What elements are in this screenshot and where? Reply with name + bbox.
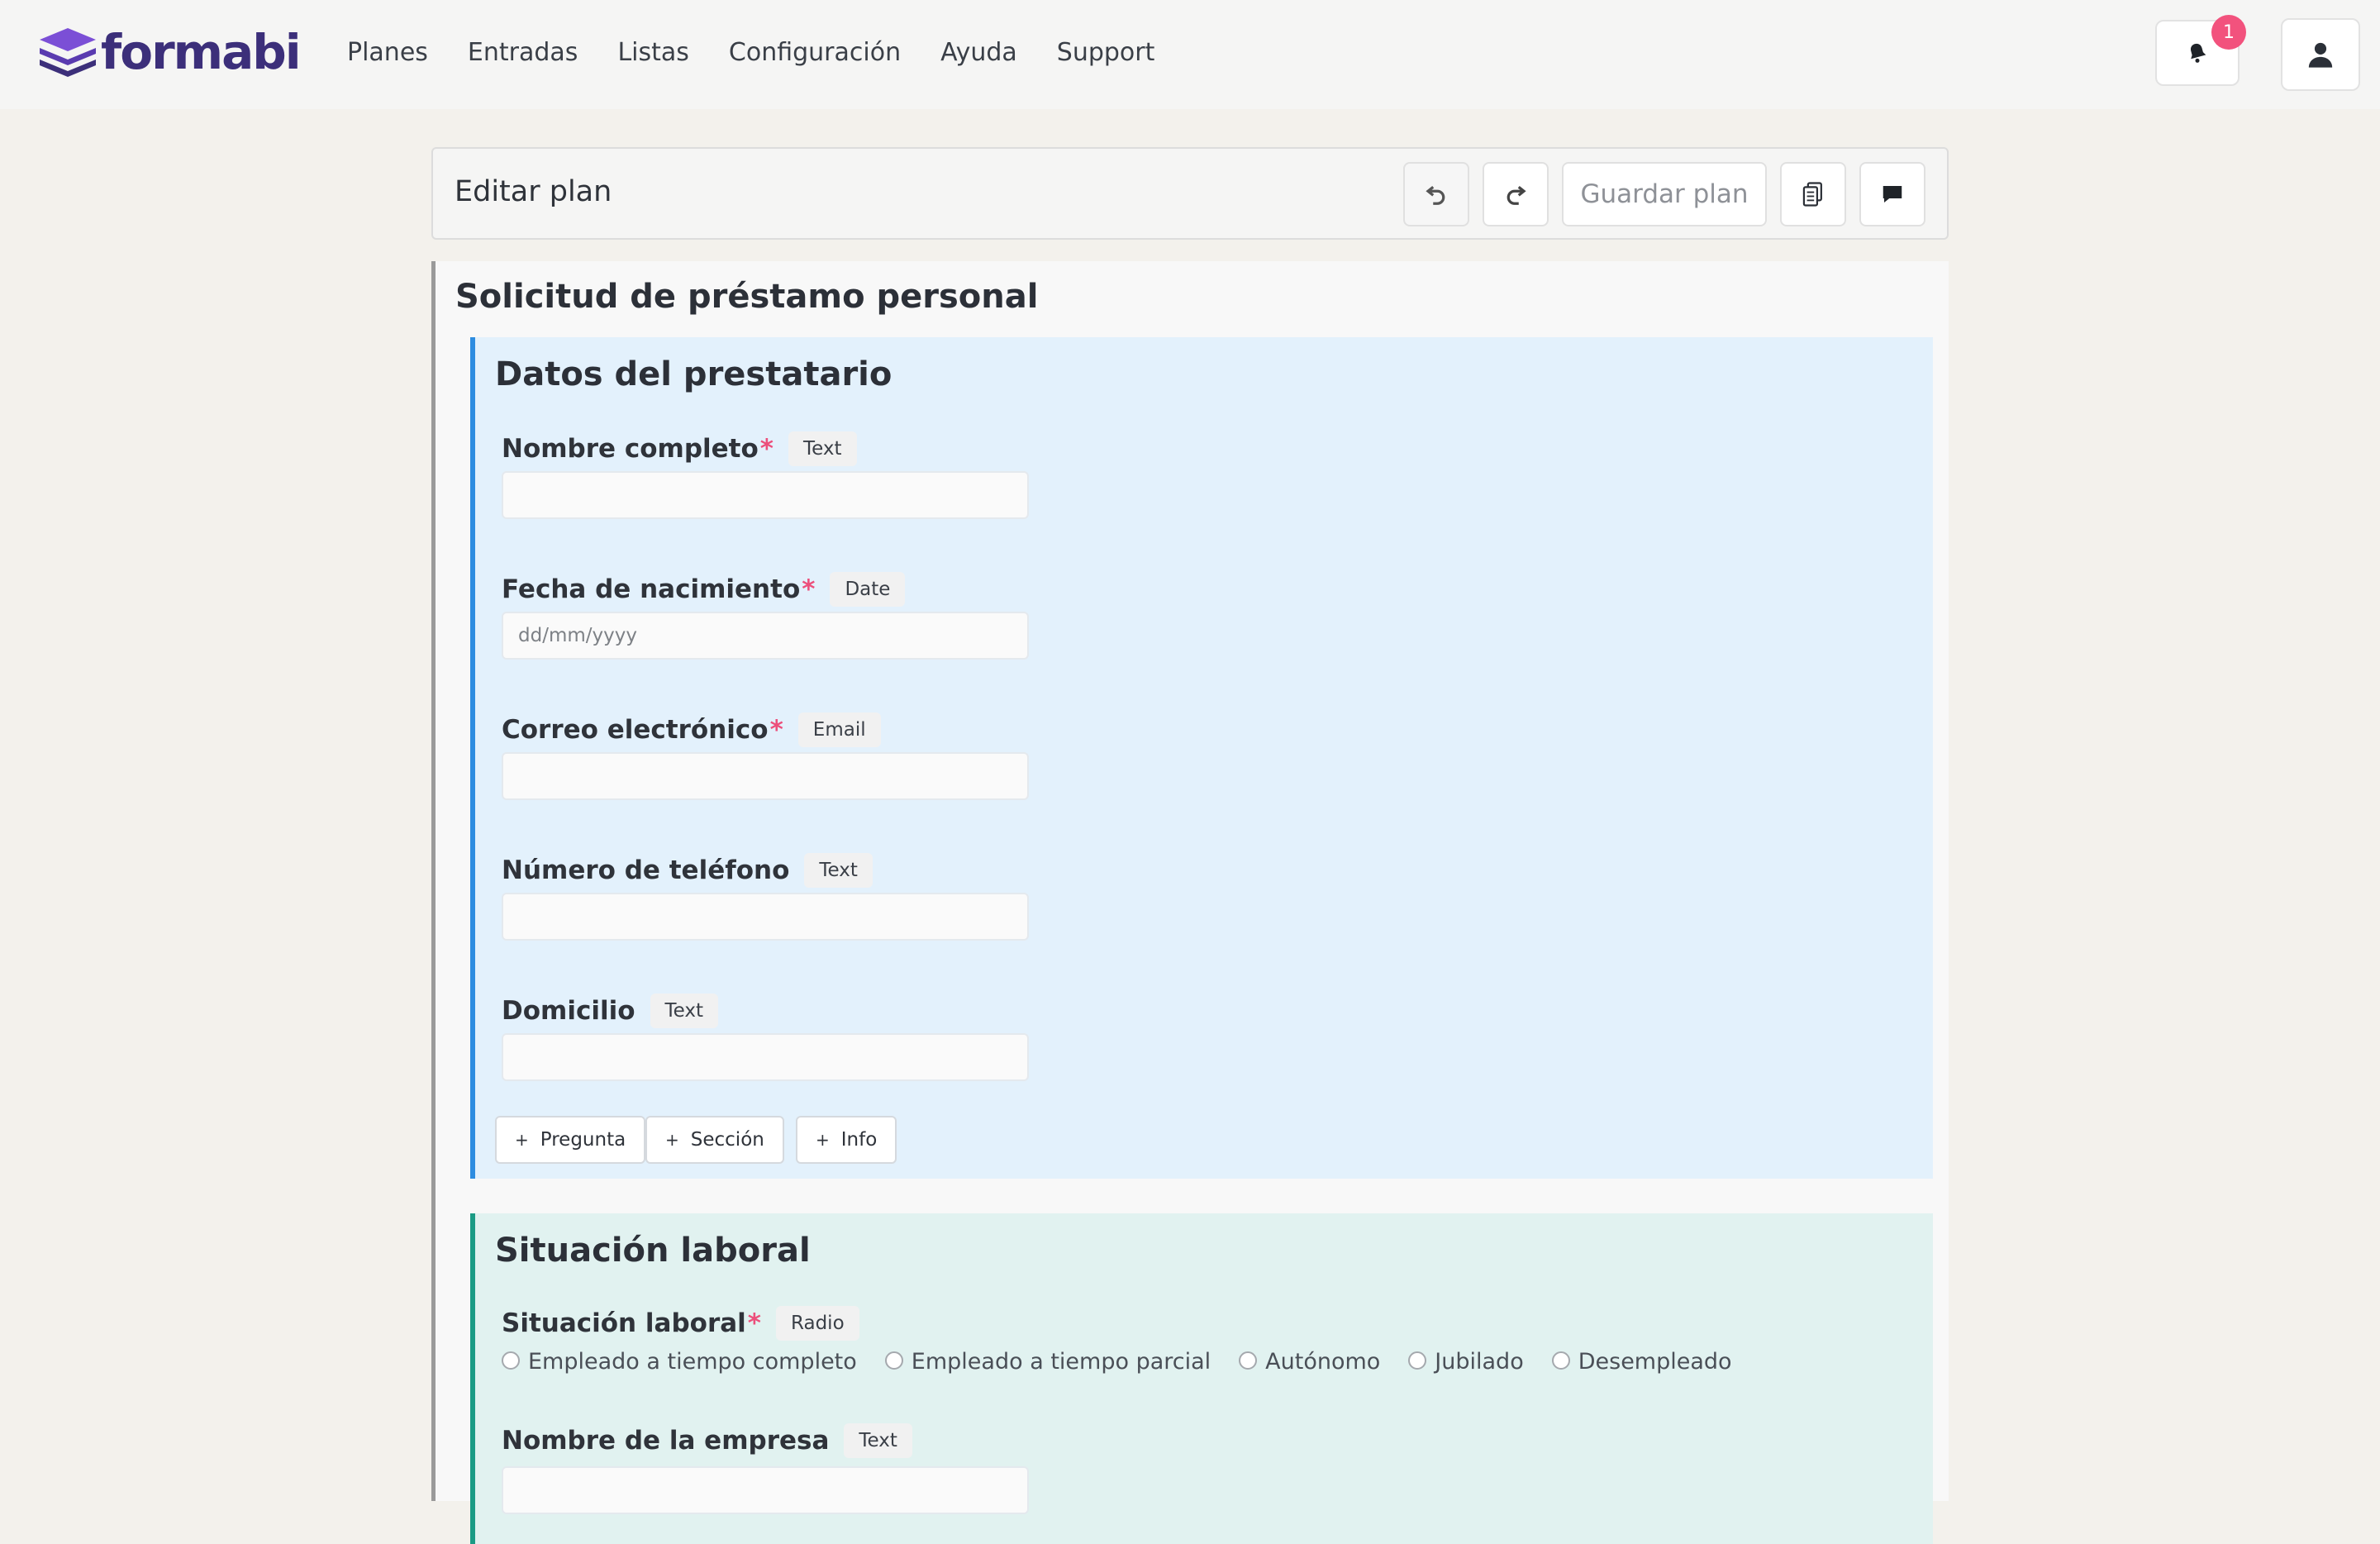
radio-option[interactable]: Jubilado [1408, 1349, 1524, 1375]
question-label[interactable]: Domicilio Text [502, 994, 719, 1028]
user-icon [2308, 42, 2333, 68]
phone-input[interactable] [502, 893, 1029, 941]
required-marker: * [747, 1308, 762, 1338]
question-text: Fecha de nacimiento [502, 574, 801, 604]
radio-label: Jubilado [1435, 1349, 1524, 1375]
radio-button[interactable] [1551, 1351, 1570, 1370]
plus-icon: + [665, 1130, 679, 1150]
full-name-input[interactable] [502, 471, 1029, 519]
add-info-button[interactable]: + Info [796, 1116, 897, 1164]
question-label[interactable]: Nombre de la empresa Text [502, 1423, 912, 1458]
button-label: Sección [690, 1129, 764, 1151]
redo-icon [1507, 185, 1526, 205]
section-title[interactable]: Situación laboral [495, 1232, 811, 1270]
comment-icon [1883, 186, 1902, 203]
logo-layers-icon [40, 28, 96, 77]
nav-listas[interactable]: Listas [617, 35, 688, 71]
required-marker: * [759, 434, 774, 464]
bell-icon [2191, 43, 2206, 63]
question-text: Situación laboral [502, 1308, 746, 1338]
radio-option[interactable]: Desempleado [1551, 1349, 1732, 1375]
main-nav: Planes Entradas Listas Configuración Ayu… [347, 35, 1154, 71]
section-employment[interactable]: Situación laboral Situación laboral * Rad… [470, 1213, 1933, 1544]
logo-text: formabi [101, 24, 302, 80]
redo-button[interactable] [1483, 162, 1549, 226]
address-input[interactable] [502, 1033, 1029, 1081]
section-title[interactable]: Datos del prestatario [495, 355, 892, 393]
radio-label: Autónomo [1265, 1349, 1381, 1375]
editor-toolbar: Editar plan Guardar plan [431, 147, 1949, 240]
radio-option[interactable]: Empleado a tiempo completo [502, 1349, 857, 1375]
nav-configuracion[interactable]: Configuración [729, 35, 901, 71]
type-tag: Date [830, 572, 906, 607]
nav-support[interactable]: Support [1057, 35, 1155, 71]
plus-icon: + [515, 1130, 529, 1150]
radio-label: Empleado a tiempo parcial [911, 1349, 1211, 1375]
nav-ayuda[interactable]: Ayuda [940, 35, 1017, 71]
top-navbar: formabi Planes Entradas Listas Configura… [0, 0, 2380, 109]
radio-option[interactable]: Empleado a tiempo parcial [884, 1349, 1211, 1375]
button-label: Info [840, 1129, 878, 1151]
question-text: Nombre completo [502, 434, 759, 464]
question-text: Correo electrónico [502, 715, 769, 745]
copy-document-icon [1802, 182, 1822, 207]
form-canvas: Solicitud de préstamo personal Datos del… [431, 261, 1949, 1544]
radio-label: Desempleado [1578, 1349, 1732, 1375]
undo-icon [1426, 185, 1445, 205]
radio-button[interactable] [1239, 1351, 1258, 1370]
company-name-input[interactable] [502, 1466, 1029, 1514]
question-label[interactable]: Nombre completo * Text [502, 431, 857, 466]
radio-label: Empleado a tiempo completo [528, 1349, 857, 1375]
birth-date-input[interactable]: dd/mm/yyyy [502, 612, 1029, 660]
type-tag: Radio [776, 1306, 859, 1341]
section-borrower-details[interactable]: Datos del prestatario Nombre completo * T… [470, 337, 1933, 1179]
notification-badge: 1 [2211, 15, 2246, 50]
type-tag: Text [650, 994, 719, 1028]
button-label: Pregunta [540, 1129, 626, 1151]
type-tag: Text [804, 853, 873, 888]
add-section-button[interactable]: + Sección [645, 1116, 784, 1164]
save-plan-button[interactable]: Guardar plan [1562, 162, 1767, 226]
type-tag: Text [844, 1423, 912, 1458]
question-label[interactable]: Situación laboral * Radio [502, 1306, 859, 1341]
radio-option[interactable]: Autónomo [1239, 1349, 1380, 1375]
question-text: Domicilio [502, 996, 635, 1026]
question-text: Nombre de la empresa [502, 1426, 830, 1456]
email-input[interactable] [502, 752, 1029, 800]
nav-entradas[interactable]: Entradas [468, 35, 578, 71]
comments-button[interactable] [1859, 162, 1925, 226]
type-tag: Email [797, 712, 881, 747]
plus-icon: + [816, 1130, 830, 1150]
type-tag: Text [788, 431, 857, 466]
question-label[interactable]: Correo electrónico * Email [502, 712, 881, 747]
copy-button[interactable] [1780, 162, 1846, 226]
formabi-logo[interactable]: formabi [38, 23, 302, 81]
radio-button[interactable] [502, 1351, 520, 1370]
question-label[interactable]: Número de teléfono Text [502, 853, 873, 888]
undo-button[interactable] [1403, 162, 1469, 226]
question-label[interactable]: Fecha de nacimiento * Date [502, 572, 906, 607]
add-question-button[interactable]: + Pregunta [495, 1116, 646, 1164]
form-title[interactable]: Solicitud de préstamo personal [455, 278, 1038, 316]
employment-radio-group: Empleado a tiempo completo Empleado a ti… [502, 1349, 1732, 1375]
required-marker: * [802, 574, 816, 604]
required-marker: * [769, 715, 783, 745]
question-text: Número de teléfono [502, 855, 790, 885]
nav-planes[interactable]: Planes [347, 35, 428, 71]
radio-button[interactable] [884, 1351, 903, 1370]
user-menu-button[interactable] [2281, 18, 2360, 91]
toolbar-title: Editar plan [455, 175, 612, 208]
radio-button[interactable] [1408, 1351, 1427, 1370]
